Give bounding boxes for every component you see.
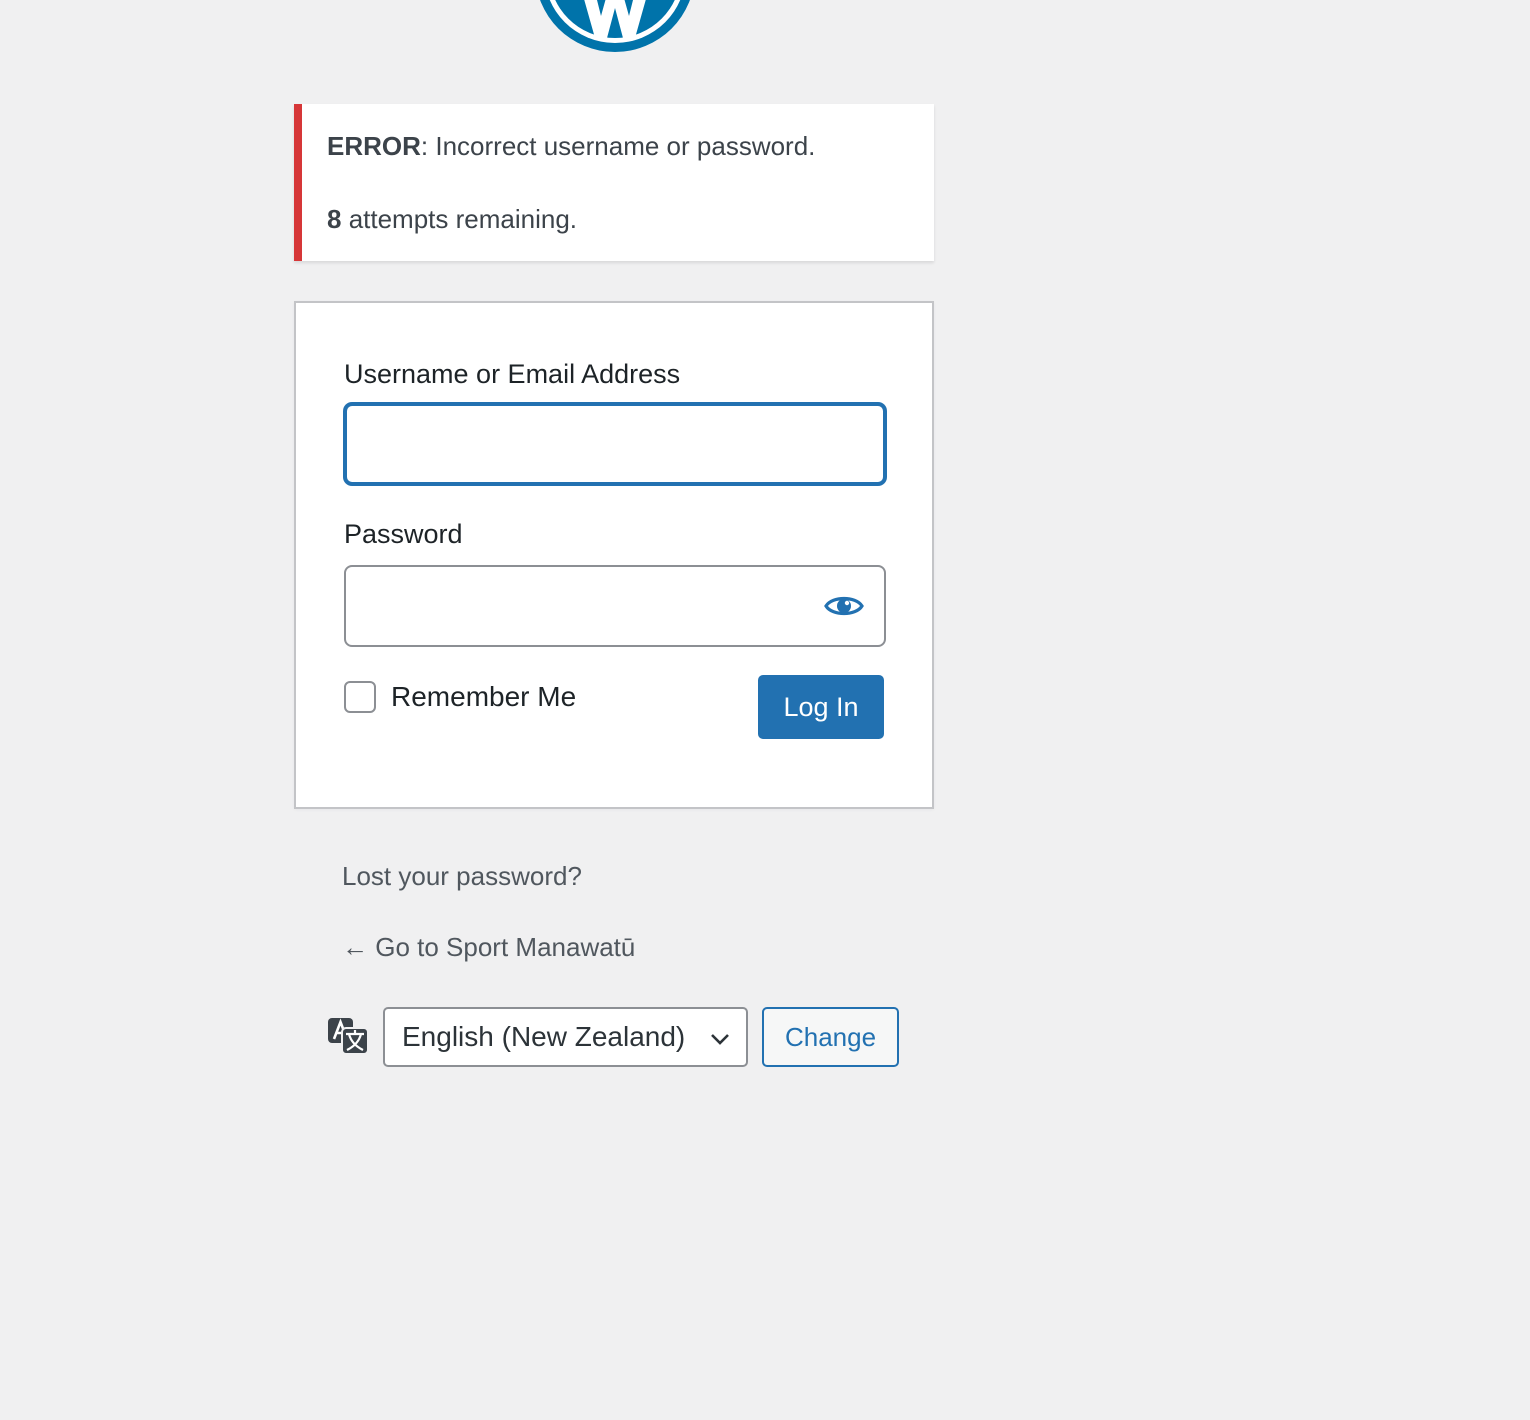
remember-me-label[interactable]: Remember Me (391, 681, 576, 713)
eye-icon (824, 596, 864, 616)
wordpress-logo-icon[interactable] (533, 0, 697, 54)
attempts-remaining-line: 8 attempts remaining. (327, 204, 577, 235)
password-label: Password (344, 519, 463, 549)
error-message-line: ERROR: Incorrect username or password. (327, 131, 815, 162)
password-input[interactable] (344, 565, 886, 647)
username-label: Username or Email Address (344, 359, 681, 389)
remember-me-row: Remember Me (344, 681, 576, 713)
attempts-text: attempts remaining. (341, 204, 578, 234)
login-button[interactable]: Log In (758, 675, 884, 739)
change-language-button[interactable]: Change (762, 1007, 899, 1067)
attempts-count: 8 (327, 204, 342, 234)
username-input[interactable] (344, 403, 886, 485)
error-label: ERROR (327, 131, 421, 161)
error-message: : Incorrect username or password. (420, 131, 816, 161)
remember-me-checkbox[interactable] (344, 681, 376, 713)
login-form: Username or Email Address Password Remem… (294, 301, 934, 809)
chevron-down-icon (711, 1034, 729, 1045)
language-select[interactable]: English (New Zealand) (383, 1007, 748, 1067)
back-to-site-link[interactable]: ← Go to Sport Manawatū (342, 932, 635, 963)
login-error-notice: ERROR: Incorrect username or password. 8… (294, 104, 934, 261)
lost-password-link[interactable]: Lost your password? (342, 861, 582, 892)
show-password-button[interactable] (814, 581, 874, 631)
translation-icon (328, 1018, 369, 1055)
language-selected-value: English (New Zealand) (402, 1021, 686, 1052)
